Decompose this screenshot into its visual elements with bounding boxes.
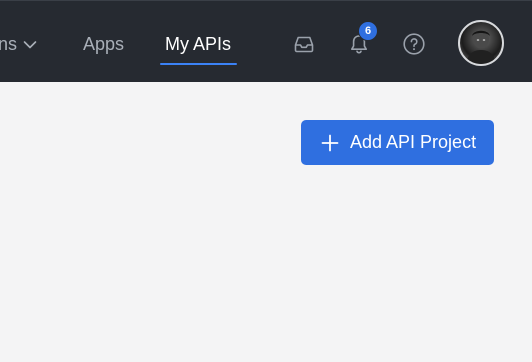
inbox-icon [294,36,314,53]
avatar-photo [466,29,496,64]
inbox-button[interactable] [292,32,316,56]
nav-item-dropdown-label: ns [0,34,18,54]
nav-item-apps[interactable]: Apps [83,33,124,55]
add-api-project-label: Add API Project [350,132,477,152]
nav-item-my-apis[interactable]: My APIs [165,33,231,55]
nav-item-dropdown[interactable]: ns [0,33,37,55]
plus-icon [321,134,339,152]
chevron-down-icon [23,40,37,48]
add-api-project-button[interactable]: Add API Project [301,120,494,165]
user-avatar[interactable] [458,20,504,66]
top-navigation-bar: ns Apps My APIs 6 [0,0,532,82]
help-circle-icon [403,33,425,55]
help-button[interactable] [402,32,426,56]
active-tab-indicator [160,63,237,65]
notification-count-badge: 6 [358,21,378,41]
